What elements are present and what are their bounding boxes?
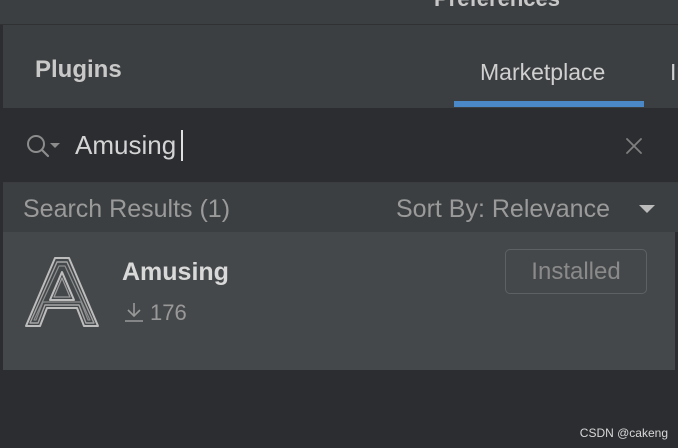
download-icon xyxy=(123,301,145,323)
close-icon[interactable] xyxy=(625,137,643,155)
title-bar: Preferences xyxy=(0,0,678,25)
results-count: Search Results (1) xyxy=(23,195,231,223)
plugin-name: Amusing xyxy=(122,258,229,286)
search-bar xyxy=(3,109,678,183)
active-tab-indicator xyxy=(454,101,644,107)
watermark: CSDN @cakeng xyxy=(579,426,668,440)
list-item[interactable]: Amusing 176 Installed xyxy=(3,232,675,370)
search-icon[interactable] xyxy=(25,133,65,159)
sort-dropdown[interactable]: Sort By: Relevance xyxy=(396,195,610,224)
installed-button[interactable]: Installed xyxy=(505,249,647,294)
page-title: Plugins xyxy=(35,56,122,83)
tab-marketplace[interactable]: Marketplace xyxy=(480,59,605,86)
download-count: 176 xyxy=(150,300,187,325)
amusing-logo-icon xyxy=(22,256,102,328)
chevron-down-icon[interactable] xyxy=(639,205,655,213)
results-header: Search Results (1) Sort By: Relevance xyxy=(3,183,678,232)
window-title: Preferences xyxy=(434,0,560,12)
plugins-header: Plugins Marketplace Installed xyxy=(3,25,678,109)
search-input[interactable] xyxy=(75,127,595,163)
text-cursor xyxy=(181,130,183,161)
tab-installed[interactable]: Installed xyxy=(670,59,678,86)
